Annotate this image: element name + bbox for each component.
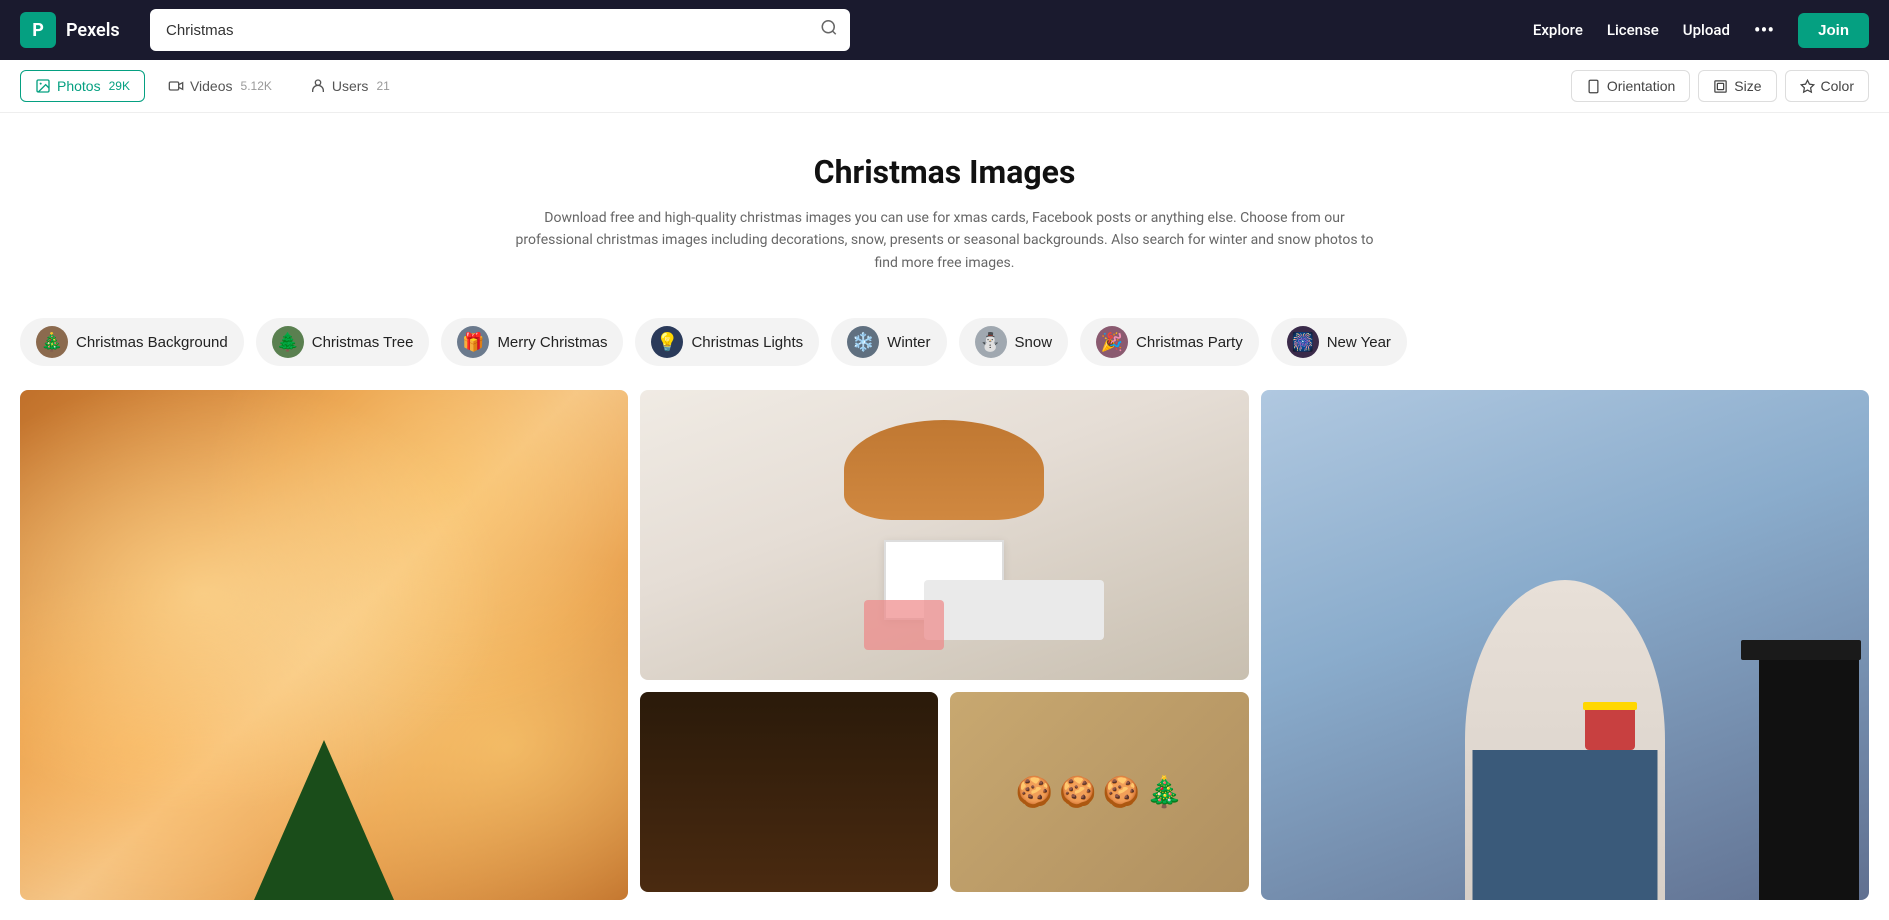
tab-videos-count: 5.12K: [241, 79, 272, 93]
tag-christmas-lights[interactable]: 💡 Christmas Lights: [635, 318, 819, 366]
tag-avatar-christmas-background: 🎄: [36, 326, 68, 358]
pexels-logo-icon[interactable]: P: [20, 12, 56, 48]
nav-upload[interactable]: Upload: [1683, 21, 1730, 39]
tab-users-label: Users: [332, 78, 369, 94]
image-grid: 🍪 🍪 🍪 🎄: [0, 382, 1889, 920]
tab-videos-label: Videos: [190, 78, 233, 94]
tag-avatar-winter: ❄️: [847, 326, 879, 358]
filter-size[interactable]: Size: [1698, 70, 1776, 102]
tab-photos[interactable]: Photos 29K: [20, 70, 145, 102]
tag-snow[interactable]: ⛄ Snow: [959, 318, 1069, 366]
tab-users[interactable]: Users 21: [295, 70, 405, 102]
tag-avatar-christmas-lights: 💡: [651, 326, 683, 358]
hero-section: Christmas Images Download free and high-…: [0, 113, 1889, 294]
image-card-cookies[interactable]: 🍪 🍪 🍪 🎄: [950, 692, 1248, 892]
tab-photos-label: Photos: [57, 78, 101, 94]
tag-new-year[interactable]: 🎆 New Year: [1271, 318, 1407, 366]
photos-icon: [35, 78, 51, 94]
tag-avatar-snow: ⛄: [975, 326, 1007, 358]
tabs-left: Photos 29K Videos 5.12K Users 21: [20, 70, 405, 102]
logo-area: P Pexels: [20, 12, 130, 48]
users-icon: [310, 78, 326, 94]
orientation-icon: [1586, 79, 1601, 94]
logo-text: Pexels: [66, 20, 120, 41]
filter-orientation[interactable]: Orientation: [1571, 70, 1690, 102]
center-column: 🍪 🍪 🍪 🎄: [640, 390, 1248, 900]
center-bottom-row: 🍪 🍪 🍪 🎄: [640, 692, 1248, 892]
tag-christmas-party[interactable]: 🎉 Christmas Party: [1080, 318, 1259, 366]
filter-color[interactable]: Color: [1785, 70, 1869, 102]
page-title: Christmas Images: [20, 153, 1869, 191]
tab-users-count: 21: [376, 79, 389, 93]
tags-row: 🎄 Christmas Background 🌲 Christmas Tree …: [0, 294, 1889, 382]
search-bar: [150, 9, 850, 51]
size-icon: [1713, 79, 1728, 94]
tag-merry-christmas[interactable]: 🎁 Merry Christmas: [441, 318, 623, 366]
tab-videos[interactable]: Videos 5.12K: [153, 70, 287, 102]
image-card-wrapping[interactable]: [640, 390, 1248, 680]
header: P Pexels Explore License Upload ••• Join: [0, 0, 1889, 60]
nav-explore[interactable]: Explore: [1533, 21, 1583, 39]
image-card-table[interactable]: [640, 692, 938, 892]
search-button[interactable]: [820, 19, 838, 42]
tab-photos-count: 29K: [109, 79, 130, 93]
video-icon: [168, 78, 184, 94]
nav-license[interactable]: License: [1607, 21, 1659, 39]
nav-more-button[interactable]: •••: [1754, 18, 1774, 42]
tag-christmas-background[interactable]: 🎄 Christmas Background: [20, 318, 244, 366]
color-icon: [1800, 79, 1815, 94]
nav-links: Explore License Upload ••• Join: [1533, 13, 1869, 48]
tag-winter[interactable]: ❄️ Winter: [831, 318, 946, 366]
search-icon: [820, 19, 838, 37]
hero-description: Download free and high-quality christmas…: [515, 207, 1375, 274]
filters-right: Orientation Size Color: [1571, 70, 1869, 102]
tag-avatar-christmas-tree: 🌲: [272, 326, 304, 358]
image-card-person[interactable]: [1261, 390, 1869, 900]
tag-christmas-tree[interactable]: 🌲 Christmas Tree: [256, 318, 430, 366]
join-button[interactable]: Join: [1798, 13, 1869, 48]
tabs-bar: Photos 29K Videos 5.12K Users 21 Orienta: [0, 60, 1889, 113]
image-card-bokeh[interactable]: [20, 390, 628, 900]
search-input[interactable]: [150, 9, 850, 51]
tag-avatar-merry-christmas: 🎁: [457, 326, 489, 358]
tag-avatar-christmas-party: 🎉: [1096, 326, 1128, 358]
tag-avatar-new-year: 🎆: [1287, 326, 1319, 358]
